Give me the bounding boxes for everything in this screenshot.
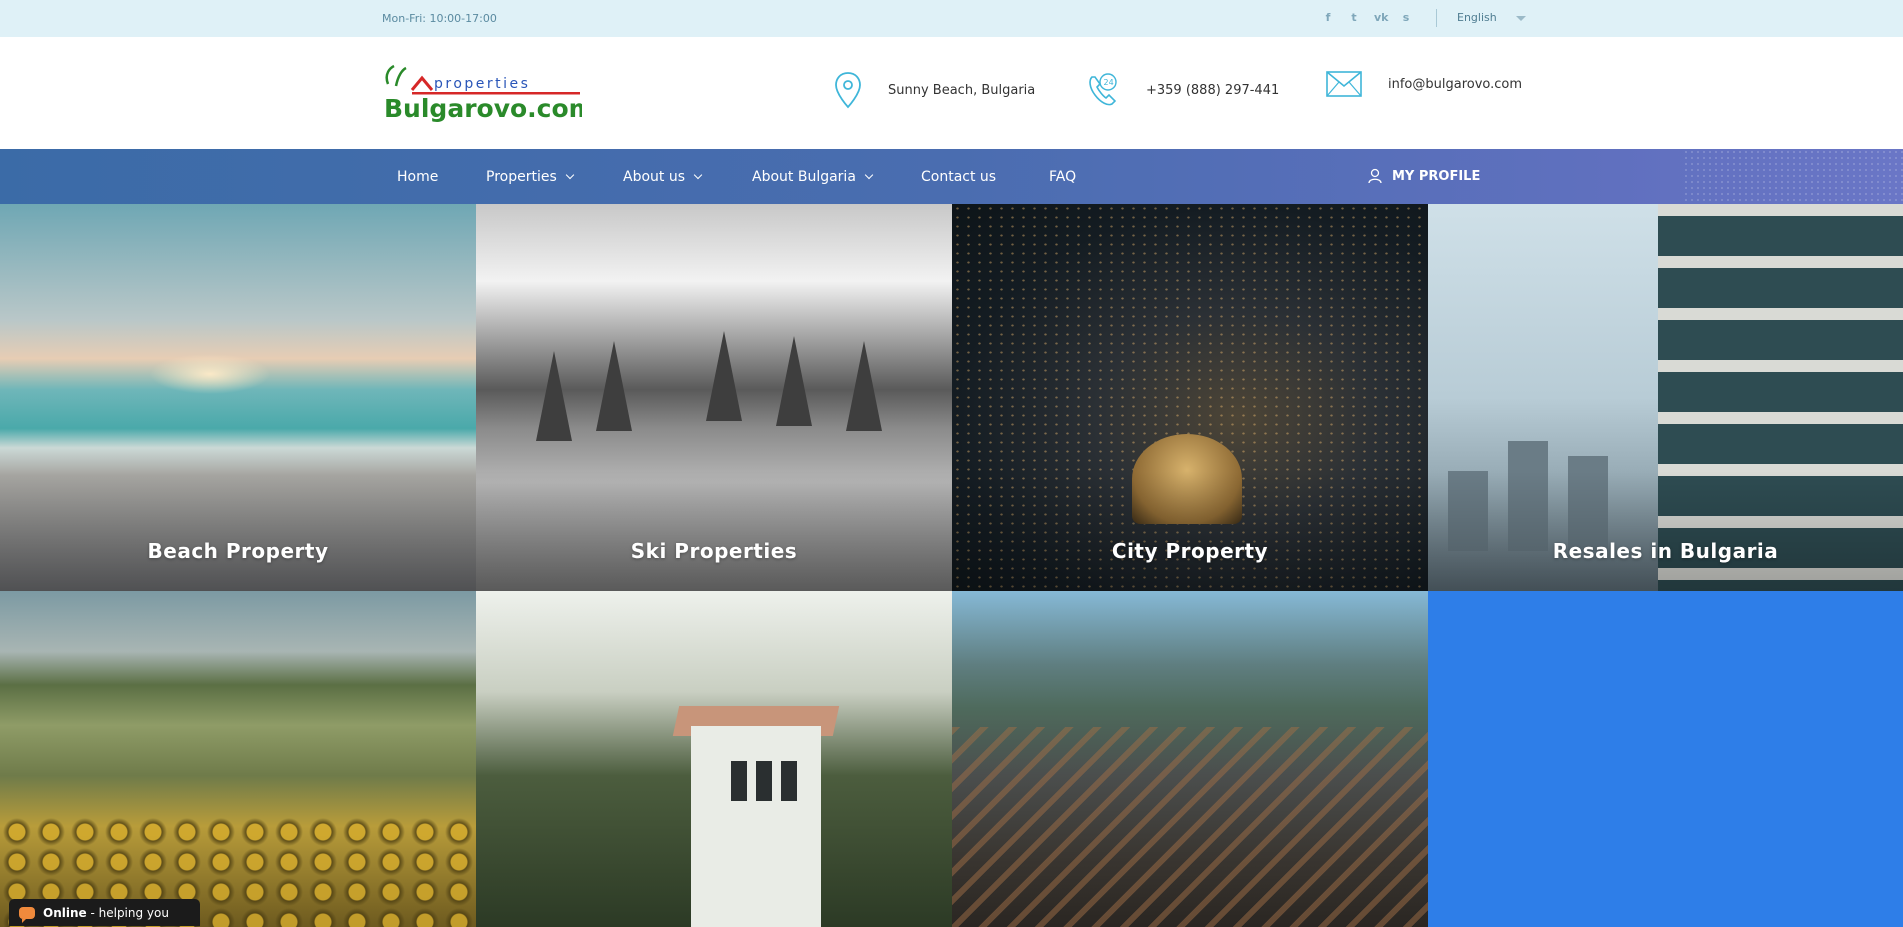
language-selector[interactable]: English	[1457, 11, 1497, 24]
tile-shade	[0, 471, 476, 591]
chevron-down-icon	[565, 170, 575, 180]
my-profile-label: MY PROFILE	[1392, 168, 1481, 184]
email-address[interactable]: info@bulgarovo.com	[1388, 77, 1522, 92]
live-chat-widget[interactable]: Online - helping you	[9, 899, 200, 926]
tile-resales-in-bulgaria[interactable]: Resales in Bulgaria	[1428, 204, 1903, 591]
beach-sun-glow	[150, 354, 270, 394]
contact-location: Sunny Beach, Bulgaria	[834, 71, 1035, 109]
nav-item-label: FAQ	[1049, 169, 1077, 185]
chat-helper-text: - helping you	[86, 905, 169, 920]
nav-dot-pattern	[1683, 149, 1903, 204]
chat-status: Online	[43, 905, 87, 920]
skype-icon[interactable]: s	[1400, 10, 1412, 26]
villa-window	[731, 761, 747, 801]
tile-beach-property[interactable]: Beach Property	[0, 204, 476, 591]
nav-item-label: Home	[397, 169, 439, 185]
snow-tree	[596, 341, 632, 431]
chevron-down-icon	[693, 170, 703, 180]
site-logo[interactable]: properties Bulgarovo.com	[382, 64, 582, 124]
facebook-icon[interactable]: f	[1322, 10, 1334, 26]
site-header: properties Bulgarovo.com Sunny Beach, Bu…	[0, 37, 1903, 149]
twitter-icon[interactable]: t	[1348, 10, 1360, 26]
envelope-icon	[1326, 71, 1362, 97]
top-bar: Mon-Fri: 10:00-17:00 f t vk s English	[0, 0, 1903, 37]
tile-label: Resales in Bulgaria	[1552, 539, 1779, 563]
my-profile-link[interactable]: MY PROFILE	[1368, 168, 1480, 184]
nav-item-label: About us	[623, 169, 686, 185]
nav-item-label: Contact us	[921, 169, 997, 185]
tile-old-town-photo[interactable]	[952, 591, 1428, 927]
contact-email: info@bulgarovo.com	[1326, 71, 1522, 97]
villa-window	[756, 761, 772, 801]
tile-villa-photo[interactable]	[476, 591, 952, 927]
tile-ski-properties[interactable]: Ski Properties	[476, 204, 952, 591]
chevron-down-icon[interactable]	[1516, 16, 1526, 21]
location-pin-icon	[835, 72, 861, 109]
tile-shade	[1428, 471, 1903, 591]
tile-label: City Property	[1111, 539, 1269, 563]
snow-tree	[706, 331, 742, 421]
tile-shade	[952, 471, 1428, 591]
villa-window	[781, 761, 797, 801]
phone-24-icon: 24	[1089, 73, 1117, 106]
chevron-down-icon	[864, 170, 874, 180]
logo-bottom-text: Bulgarovo.com	[384, 94, 582, 123]
nav-item-label: About Bulgaria	[752, 169, 856, 185]
nav-item-properties[interactable]: Properties	[486, 169, 575, 185]
villa-house	[691, 726, 821, 927]
topbar-divider	[1436, 9, 1437, 27]
user-icon	[1368, 168, 1382, 184]
phone-number[interactable]: +359 (888) 297-441	[1146, 83, 1279, 98]
tile-label: Ski Properties	[630, 539, 798, 563]
nav-item-contact-us[interactable]: Contact us	[921, 169, 996, 185]
chat-bubble-icon	[19, 906, 35, 923]
tile-city-property[interactable]: City Property	[952, 204, 1428, 591]
tile-shade	[476, 471, 952, 591]
svg-text:24: 24	[1104, 78, 1114, 87]
snow-tree	[776, 336, 812, 426]
snow-tree	[846, 341, 882, 431]
social-links: f t vk s	[1322, 10, 1412, 26]
contact-phone: 24 +359 (888) 297-441	[1086, 71, 1279, 109]
nav-item-faq[interactable]: FAQ	[1049, 169, 1076, 185]
tile-blue-placeholder	[1428, 591, 1903, 927]
snow-tree	[536, 351, 572, 441]
nav-item-about-us[interactable]: About us	[623, 169, 703, 185]
nav-item-home[interactable]: Home	[397, 169, 438, 185]
vk-icon[interactable]: vk	[1374, 10, 1389, 26]
chat-status-text: Online - helping you	[43, 906, 169, 920]
tile-label: Beach Property	[147, 539, 329, 563]
nav-item-about-bulgaria[interactable]: About Bulgaria	[752, 169, 874, 185]
logo-top-text: properties	[434, 76, 530, 92]
town-roofs	[952, 727, 1428, 927]
tile-countryside-photo[interactable]	[0, 591, 476, 927]
working-hours: Mon-Fri: 10:00-17:00	[382, 12, 497, 25]
nav-item-label: Properties	[486, 169, 557, 185]
main-navigation: Home Properties About us About Bulgaria …	[0, 149, 1903, 204]
location-text: Sunny Beach, Bulgaria	[888, 82, 1036, 98]
